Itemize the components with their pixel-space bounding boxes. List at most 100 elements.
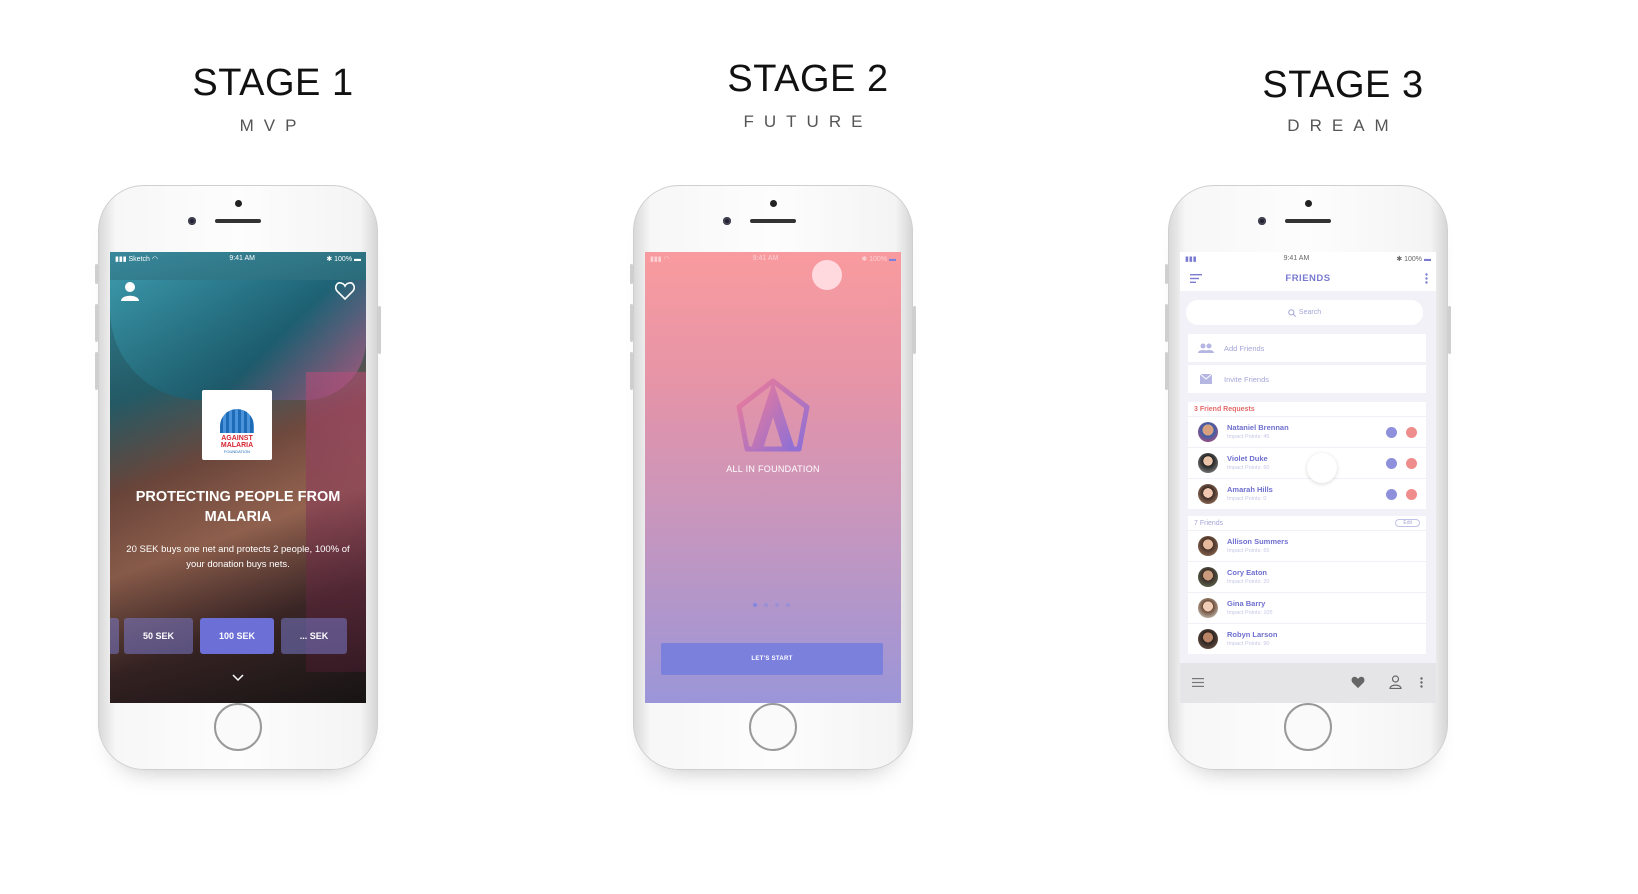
bottom-tab-bar xyxy=(1180,663,1436,703)
amount-option-50[interactable]: 50 SEK xyxy=(124,618,193,654)
sensor-dot xyxy=(235,200,242,207)
volume-down-button xyxy=(630,352,633,390)
status-bar: ▮▮▮ ◠ 9:41 AM ✱ 100% ▬ xyxy=(645,252,901,265)
amount-option-custom[interactable]: ... SEK xyxy=(281,618,347,654)
stage-2-column: STAGE 2 FUTURE ▮▮▮ ◠ 9:41 AM ✱ 100% ▬ AL… xyxy=(535,0,1081,894)
menu-icon[interactable] xyxy=(1192,678,1204,687)
status-time: 9:41 AM xyxy=(752,255,779,262)
friend-requests-section: 3 Friend Requests Nataniel Brennan Impact… xyxy=(1188,402,1426,509)
home-button[interactable] xyxy=(749,703,797,751)
more-vertical-icon[interactable] xyxy=(1425,273,1428,284)
avatar xyxy=(1198,453,1218,473)
signal-icon: ▮▮▮ xyxy=(1185,255,1197,263)
page-dot[interactable] xyxy=(764,603,768,607)
sensor-dot xyxy=(770,200,777,207)
friend-requests-header: 3 Friend Requests xyxy=(1194,405,1255,413)
amount-option-partial[interactable] xyxy=(110,618,119,654)
decline-x-icon[interactable] xyxy=(1406,457,1417,469)
power-button xyxy=(913,306,916,354)
headline: PROTECTING PEOPLE FROM MALARIA xyxy=(135,489,341,525)
person-name: Allison Summers xyxy=(1227,537,1289,546)
menu-icon[interactable] xyxy=(1190,274,1202,283)
volume-up-button xyxy=(630,304,633,342)
person-name: Robyn Larson xyxy=(1227,630,1278,639)
avatar xyxy=(1198,567,1218,587)
add-friends-button[interactable]: Add Friends xyxy=(1188,334,1426,362)
mute-switch xyxy=(630,264,633,284)
brand-name: ALL IN FOUNDATION xyxy=(726,464,820,474)
accept-check-icon[interactable] xyxy=(1386,488,1397,500)
friend-row[interactable]: Robyn Larson Impact Points: 90 xyxy=(1188,623,1426,654)
lets-start-button[interactable]: LET'S START xyxy=(661,643,883,675)
volume-up-button xyxy=(1165,304,1168,342)
impact-points: Impact Points: 20 xyxy=(1227,579,1270,585)
friend-row[interactable]: Cory Eaton Impact Points: 20 xyxy=(1188,561,1426,592)
battery-label: ✱ 100% ▬ xyxy=(861,255,896,263)
volume-up-button xyxy=(95,304,98,342)
person-name: Cory Eaton xyxy=(1227,568,1268,577)
impact-points: Impact Points: 65 xyxy=(1227,548,1270,554)
stage-2-screen: ▮▮▮ ◠ 9:41 AM ✱ 100% ▬ ALL IN FOUNDATION xyxy=(645,252,901,703)
user-icon[interactable] xyxy=(1389,675,1402,689)
search-icon xyxy=(1288,308,1296,317)
page-dot[interactable] xyxy=(753,603,757,607)
app-bar: FRIENDS xyxy=(1180,265,1436,291)
stage-3-subtitle: DREAM xyxy=(1287,116,1399,135)
avatar xyxy=(1198,629,1218,649)
search-input[interactable]: Search xyxy=(1186,300,1423,325)
decline-x-icon[interactable] xyxy=(1406,426,1417,438)
request-row[interactable]: Amarah Hills Impact Points: 0 xyxy=(1188,478,1426,509)
home-button[interactable] xyxy=(214,703,262,751)
more-vertical-icon[interactable] xyxy=(1420,677,1423,688)
sensor-dot xyxy=(1305,200,1312,207)
stage-2-title: STAGE 2 xyxy=(727,58,889,100)
decline-x-icon[interactable] xyxy=(1406,488,1417,500)
accept-check-icon[interactable] xyxy=(1386,457,1397,469)
against-malaria-logo: AGAINST MALARIA FOUNDATION xyxy=(202,390,272,460)
avatar xyxy=(1198,536,1218,556)
mail-icon xyxy=(1199,374,1213,384)
heart-icon[interactable] xyxy=(335,282,355,300)
front-camera xyxy=(188,217,196,225)
heart-icon[interactable] xyxy=(1351,676,1365,689)
page-dot[interactable] xyxy=(775,603,779,607)
stage-1-subtitle: MVP xyxy=(239,116,307,135)
friend-row[interactable]: Allison Summers Impact Points: 65 xyxy=(1188,530,1426,561)
volume-down-button xyxy=(1165,352,1168,390)
all-in-logo-icon xyxy=(736,378,810,452)
profile-icon[interactable] xyxy=(121,281,139,301)
speaker-grille xyxy=(750,219,796,223)
stage-3-column: STAGE 3 DREAM ▮▮▮ 9:41 AM ✱ 100% ▬ FRIEN… xyxy=(1070,0,1616,894)
request-row[interactable]: Nataniel Brennan Impact Points: 45 xyxy=(1188,416,1426,447)
chevron-down-icon[interactable] xyxy=(231,673,245,683)
avatar xyxy=(1198,484,1218,504)
speaker-grille xyxy=(1285,219,1331,223)
touch-indicator xyxy=(1307,453,1337,483)
power-button xyxy=(1448,306,1451,354)
accept-check-icon[interactable] xyxy=(1386,426,1397,438)
speaker-grille xyxy=(215,219,261,223)
touch-indicator xyxy=(812,260,842,290)
stage-1-title: STAGE 1 xyxy=(192,62,354,104)
status-bar: ▮▮▮ Sketch ◠ 9:41 AM ✱ 100% ▬ xyxy=(110,252,366,265)
power-button xyxy=(378,306,381,354)
friends-header: 7 Friends Edit xyxy=(1188,516,1426,530)
impact-points: Impact Points: 90 xyxy=(1227,641,1270,647)
stage-1-phone: ▮▮▮ Sketch ◠ 9:41 AM ✱ 100% ▬ AGAINST MA… xyxy=(95,185,381,770)
status-time: 9:41 AM xyxy=(1283,255,1310,262)
amount-option-100[interactable]: 100 SEK xyxy=(200,618,274,654)
friends-section: 7 Friends Edit Allison Summers Impact Poi… xyxy=(1188,516,1426,654)
friend-row[interactable]: Gina Barry Impact Points: 105 xyxy=(1188,592,1426,623)
invite-friends-button[interactable]: Invite Friends xyxy=(1188,365,1426,393)
person-name: Amarah Hills xyxy=(1227,485,1273,494)
battery-label: ✱ 100% ▬ xyxy=(326,255,361,263)
person-name: Violet Duke xyxy=(1227,454,1268,463)
page-dot[interactable] xyxy=(786,603,790,607)
stage-2-phone: ▮▮▮ ◠ 9:41 AM ✱ 100% ▬ ALL IN FOUNDATION xyxy=(630,185,916,770)
impact-points: Impact Points: 105 xyxy=(1227,610,1273,616)
battery-label: ✱ 100% ▬ xyxy=(1396,255,1431,263)
volume-down-button xyxy=(95,352,98,390)
stage-1-screen: ▮▮▮ Sketch ◠ 9:41 AM ✱ 100% ▬ AGAINST MA… xyxy=(110,252,366,703)
home-button[interactable] xyxy=(1284,703,1332,751)
edit-button[interactable]: Edit xyxy=(1395,519,1420,527)
